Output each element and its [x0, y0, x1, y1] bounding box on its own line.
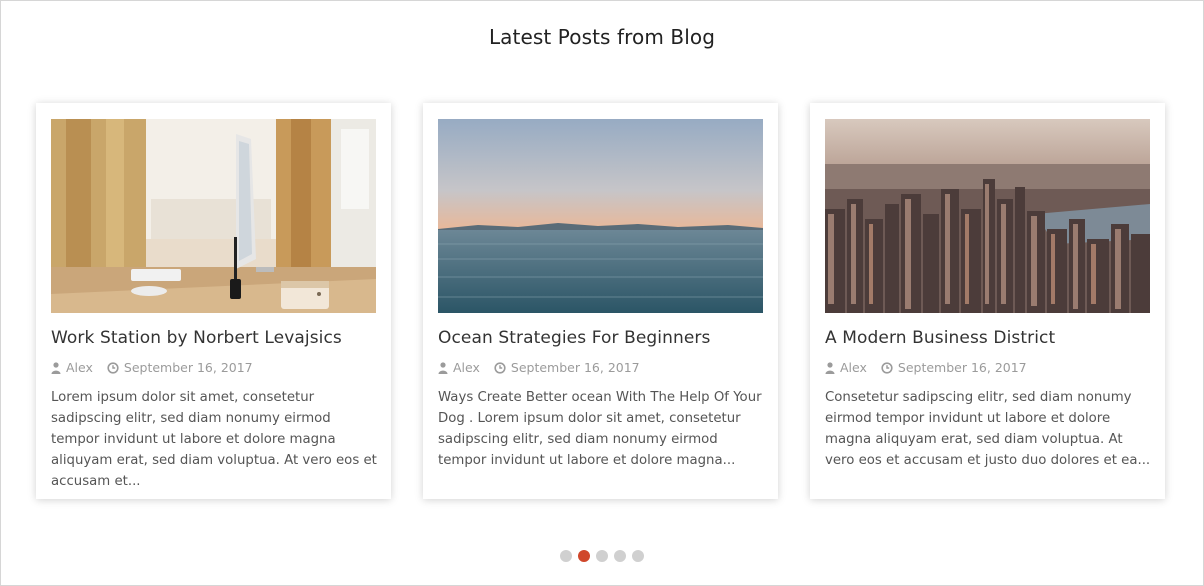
post-card[interactable]: Ocean Strategies For Beginners Alex Sept…: [423, 103, 778, 499]
carousel-dot-3[interactable]: [596, 550, 608, 562]
posts-carousel: Work Station by Norbert Levajsics Alex S…: [36, 103, 1167, 501]
post-author[interactable]: Alex: [840, 360, 867, 375]
post-image-ocean[interactable]: [438, 119, 763, 313]
post-title[interactable]: Ocean Strategies For Beginners: [438, 328, 768, 348]
post-title[interactable]: A Modern Business District: [825, 328, 1155, 348]
ocean-image: [438, 119, 763, 313]
post-date: September 16, 2017: [123, 360, 253, 375]
blog-section: Latest Posts from Blog Work Station by N…: [0, 0, 1204, 586]
post-image-workstation[interactable]: [51, 119, 376, 313]
carousel-dots: [1, 550, 1203, 562]
post-card[interactable]: A Modern Business District Alex Septembe…: [810, 103, 1165, 499]
section-title: Latest Posts from Blog: [488, 25, 716, 49]
clock-icon: [881, 361, 893, 374]
post-card[interactable]: Work Station by Norbert Levajsics Alex S…: [36, 103, 391, 499]
carousel-dot-4[interactable]: [614, 550, 626, 562]
post-meta: Alex September 16, 2017: [825, 360, 1027, 375]
post-meta: Alex September 16, 2017: [51, 360, 253, 375]
post-excerpt: Lorem ipsum dolor sit amet, consetetur s…: [51, 390, 377, 489]
post-author[interactable]: Alex: [66, 360, 93, 375]
post-date: September 16, 2017: [897, 360, 1027, 375]
post-date: September 16, 2017: [510, 360, 640, 375]
post-excerpt: Consetetur sadipscing elitr, sed diam no…: [825, 390, 1151, 468]
carousel-dot-5[interactable]: [632, 550, 644, 562]
post-excerpt: Ways Create Better ocean With The Help O…: [438, 390, 762, 468]
user-icon: [438, 361, 448, 374]
user-icon: [825, 361, 835, 374]
post-image-city[interactable]: [825, 119, 1150, 313]
post-meta: Alex September 16, 2017: [438, 360, 640, 375]
clock-icon: [494, 361, 506, 374]
carousel-dot-1[interactable]: [560, 550, 572, 562]
post-author[interactable]: Alex: [453, 360, 480, 375]
clock-icon: [107, 361, 119, 374]
user-icon: [51, 361, 61, 374]
workstation-image: [51, 119, 376, 313]
carousel-dot-2[interactable]: [578, 550, 590, 562]
city-image: [825, 119, 1150, 313]
post-title[interactable]: Work Station by Norbert Levajsics: [51, 328, 381, 348]
